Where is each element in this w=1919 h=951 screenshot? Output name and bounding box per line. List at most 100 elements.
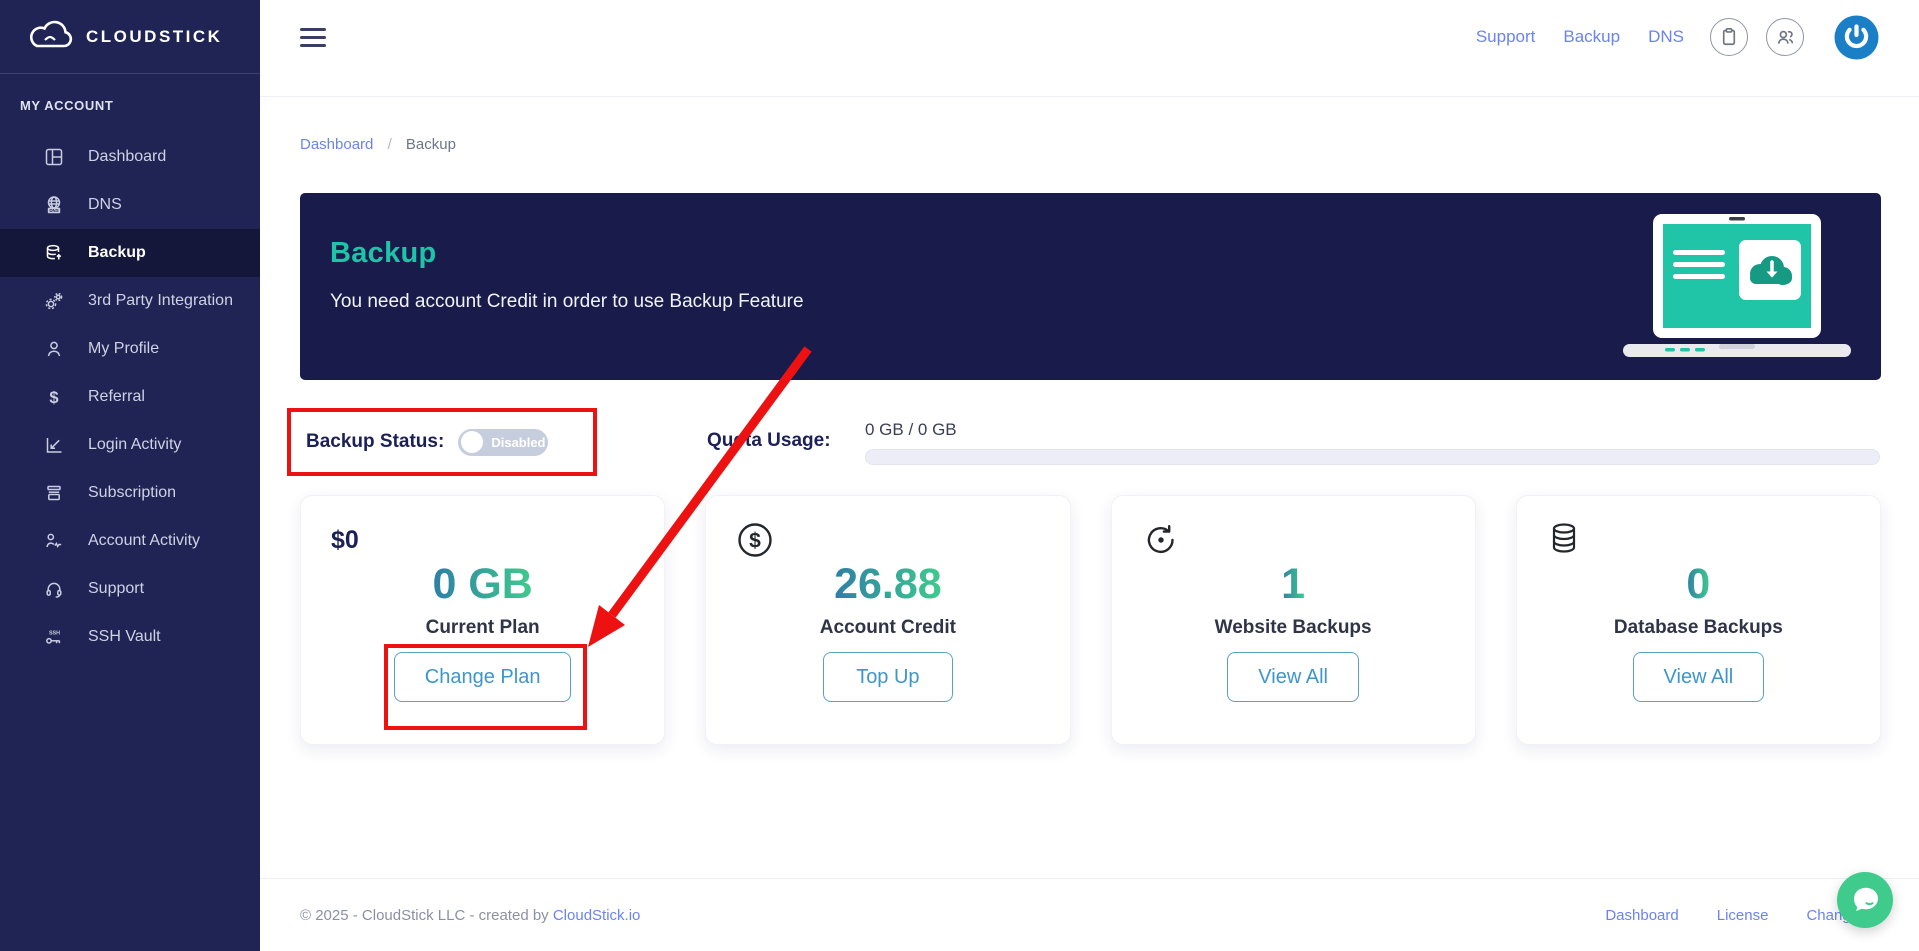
sidebar: CLOUDSTICK MY ACCOUNT Dashboard DNS DNS … — [0, 0, 260, 951]
topnav-link-support[interactable]: Support — [1476, 27, 1536, 47]
breadcrumb: Dashboard / Backup — [300, 136, 456, 153]
cloudstick-logo[interactable]: CLOUDSTICK — [0, 0, 260, 74]
current-plan-value: 0 GB — [432, 560, 533, 608]
sidebar-item-subscription[interactable]: Subscription — [0, 469, 260, 517]
database-backups-label: Database Backups — [1613, 617, 1783, 638]
topnav-link-backup[interactable]: Backup — [1563, 27, 1620, 47]
profile-icon — [47, 341, 61, 357]
dns-icon: DNS — [47, 196, 61, 214]
sidebar-item-dns[interactable]: DNS DNS — [0, 181, 260, 229]
cloudstick-io-link[interactable]: CloudStick.io — [553, 907, 641, 924]
sidebar-item-3rd-party-integration[interactable]: 3rd Party Integration — [0, 277, 260, 325]
sidebar-item-label: SSH Vault — [88, 628, 161, 645]
sidebar-item-dashboard[interactable]: Dashboard — [0, 133, 260, 181]
laptop-cloud-backup-illustration — [1623, 214, 1851, 357]
copyright-text: © 2025 - CloudStick LLC - created by Clo… — [300, 907, 640, 924]
login-activity-icon — [46, 438, 62, 453]
topnav: Support Backup DNS — [1448, 15, 1879, 60]
summary-cards: $0 0 GB Current Plan Change Plan $ 26.88… — [300, 495, 1881, 745]
sidebar-item-backup[interactable]: Backup — [0, 229, 260, 277]
backup-status-label: Backup Status: — [306, 431, 445, 452]
sidebar-menu: Dashboard DNS DNS Backup 3rd Party Integ… — [0, 133, 260, 661]
sidebar-item-label: Account Activity — [88, 532, 201, 549]
svg-text:DNS: DNS — [49, 208, 58, 213]
integrations-icon — [45, 292, 63, 310]
account-activity-icon — [46, 533, 62, 548]
sidebar-item-label: Subscription — [88, 484, 177, 501]
plan-price-badge: $0 — [331, 525, 359, 554]
breadcrumb-separator: / — [387, 136, 392, 153]
topnav-link-dns[interactable]: DNS — [1648, 27, 1684, 47]
support-icon — [46, 582, 62, 598]
change-plan-button[interactable]: Change Plan — [393, 652, 572, 702]
current-plan-card: $0 0 GB Current Plan Change Plan — [300, 495, 666, 745]
header-divider — [260, 96, 1919, 97]
backup-status-toggle[interactable]: Disabled — [458, 428, 549, 456]
backup-icon — [46, 244, 62, 260]
breadcrumb-current: Backup — [405, 136, 456, 153]
referral-icon: $ — [49, 389, 58, 407]
backup-hero-banner: Backup You need account Credit in order … — [300, 193, 1881, 380]
cloud-logo-icon — [29, 20, 73, 47]
account-credit-label: Account Credit — [819, 617, 956, 638]
sidebar-item-referral[interactable]: $ Referral — [0, 373, 260, 421]
database-icon — [1552, 523, 1575, 553]
quota-usage-label: Quota Usage: — [707, 430, 831, 451]
users-icon — [1777, 30, 1794, 44]
quota-progress-bar — [865, 449, 1880, 465]
account-users-button[interactable] — [1766, 18, 1804, 56]
website-backups-card: 1 Website Backups View All — [1110, 495, 1476, 745]
view-all-database-backups-button[interactable]: View All — [1632, 652, 1765, 702]
clipboard-button[interactable] — [1710, 18, 1748, 56]
subscription-icon — [47, 485, 61, 501]
account-credit-value: 26.88 — [834, 560, 942, 608]
current-plan-label: Current Plan — [425, 617, 540, 638]
sidebar-item-label: DNS — [88, 196, 122, 213]
brand-name: CLOUDSTICK — [86, 26, 223, 46]
sidebar-item-label: My Profile — [88, 340, 160, 357]
quota-usage: Quota Usage: 0 GB / 0 GB — [707, 415, 1880, 465]
sidebar-section-label: MY ACCOUNT — [20, 98, 114, 113]
toggle-state-label: Disabled — [491, 434, 546, 450]
database-backups-value: 0 — [1686, 560, 1711, 608]
footer-link-dashboard[interactable]: Dashboard — [1605, 907, 1678, 924]
sidebar-item-login-activity[interactable]: Login Activity — [0, 421, 260, 469]
website-backups-label: Website Backups — [1214, 617, 1372, 638]
svg-text:$: $ — [749, 530, 761, 553]
sidebar-item-label: Dashboard — [88, 148, 167, 165]
dollar-circle-icon: $ — [738, 523, 772, 557]
sidebar-item-ssh-vault[interactable]: SSH SSH Vault — [0, 613, 260, 661]
footer-link-license[interactable]: License — [1717, 907, 1769, 924]
topbar: Support Backup DNS — [260, 0, 1919, 74]
footer: © 2025 - CloudStick LLC - created by Clo… — [260, 878, 1919, 951]
toggle-knob — [461, 431, 484, 453]
sidebar-item-support[interactable]: Support — [0, 565, 260, 613]
clipboard-icon — [1722, 28, 1736, 46]
sidebar-item-label: Support — [88, 580, 145, 597]
power-logout-button[interactable] — [1834, 15, 1879, 60]
sidebar-item-my-profile[interactable]: My Profile — [0, 325, 260, 373]
quota-usage-value: 0 GB / 0 GB — [865, 420, 957, 439]
svg-text:SSH: SSH — [49, 630, 60, 636]
live-chat-button[interactable] — [1837, 872, 1893, 928]
hamburger-menu-button[interactable] — [300, 27, 326, 47]
sidebar-item-account-activity[interactable]: Account Activity — [0, 517, 260, 565]
view-all-website-backups-button[interactable]: View All — [1227, 652, 1359, 702]
sidebar-item-label: Backup — [88, 244, 146, 261]
database-backups-card: 0 Database Backups View All — [1515, 495, 1881, 745]
main-content: Dashboard / Backup Backup You need accou… — [260, 74, 1919, 878]
top-up-button[interactable]: Top Up — [822, 652, 953, 702]
history-icon — [1147, 525, 1174, 553]
dashboard-icon — [45, 148, 63, 166]
account-credit-card: $ 26.88 Account Credit Top Up — [705, 495, 1071, 745]
ssh-vault-icon: SSH — [46, 630, 61, 644]
sidebar-item-label: Login Activity — [88, 436, 182, 453]
chat-bubble-icon — [1854, 887, 1878, 911]
power-icon — [1834, 15, 1879, 59]
sidebar-item-label: Referral — [88, 388, 145, 405]
backup-status-annotation-box: Backup Status: Disabled — [287, 408, 597, 476]
svg-text:$: $ — [49, 389, 58, 407]
website-backups-value: 1 — [1281, 560, 1306, 608]
copyright-prefix: © 2025 - CloudStick LLC - created by — [300, 906, 553, 924]
breadcrumb-dashboard-link[interactable]: Dashboard — [300, 136, 373, 153]
